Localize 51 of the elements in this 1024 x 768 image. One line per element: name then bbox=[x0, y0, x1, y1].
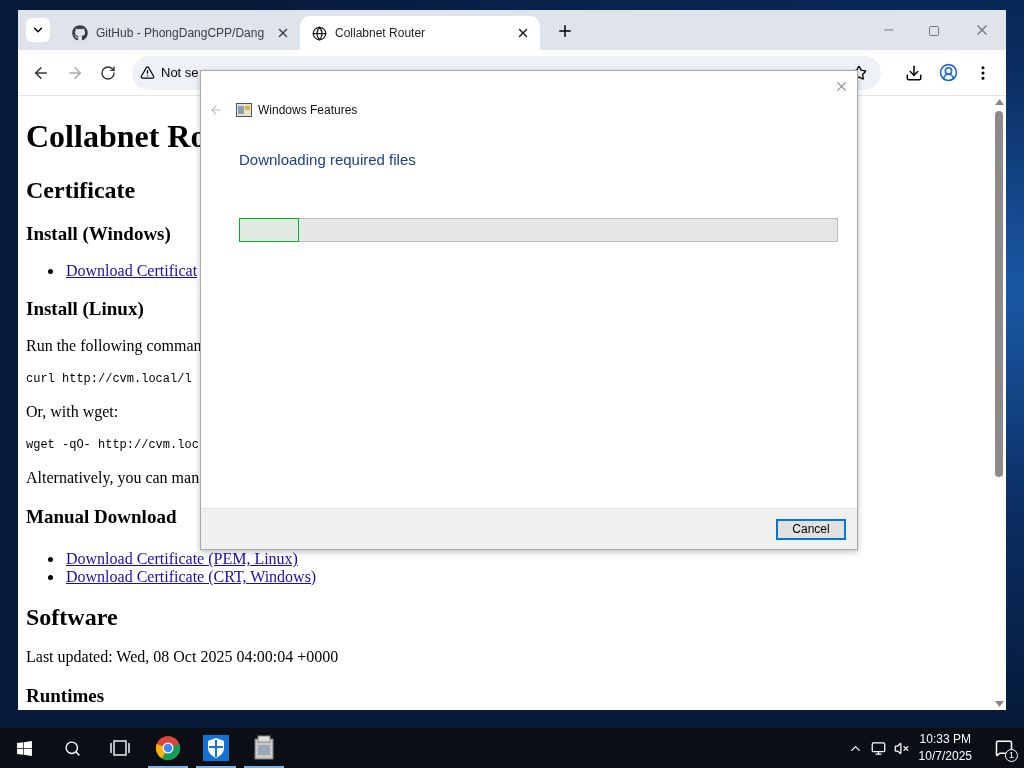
shield-app-icon bbox=[203, 735, 229, 761]
subsection-heading: Manual Download bbox=[26, 506, 177, 527]
bullet-icon bbox=[48, 268, 53, 274]
tab-search-button[interactable] bbox=[26, 18, 50, 42]
profile-icon[interactable] bbox=[939, 63, 958, 82]
bullet-icon bbox=[48, 574, 53, 580]
section-heading: Software bbox=[26, 604, 118, 630]
start-icon[interactable] bbox=[15, 739, 33, 757]
code-line: wget -qO- http://cvm.loc bbox=[26, 438, 199, 452]
clock-date[interactable]: 10/7/2025 bbox=[918, 748, 972, 765]
security-chip-text: Not se bbox=[161, 63, 199, 82]
section-heading: Certificate bbox=[26, 177, 136, 203]
subsection-heading: Install (Windows) bbox=[26, 223, 171, 244]
clock-time[interactable]: 10:33 PM bbox=[919, 731, 971, 748]
bullet-icon bbox=[48, 556, 53, 562]
browser-tab[interactable]: GitHub - PhongDangCPP/Dang bbox=[60, 16, 300, 50]
download-icon[interactable] bbox=[905, 63, 923, 82]
network-icon[interactable] bbox=[870, 740, 886, 756]
installer-app-icon bbox=[252, 735, 276, 761]
new-tab-icon[interactable] bbox=[556, 22, 574, 40]
scroll-down-icon[interactable] bbox=[994, 701, 1004, 707]
maximize-icon[interactable] bbox=[928, 25, 940, 37]
globe-icon bbox=[312, 25, 327, 41]
subsection-heading: Install (Linux) bbox=[26, 298, 144, 319]
download-link[interactable]: Download Certificate (CRT, Windows) bbox=[66, 568, 317, 586]
subsection-heading: Runtimes bbox=[26, 685, 105, 706]
cancel-button[interactable]: Cancel bbox=[776, 518, 846, 540]
search-icon[interactable] bbox=[63, 739, 81, 757]
browser-app-icon bbox=[155, 735, 181, 761]
github-logo-icon bbox=[72, 25, 88, 41]
code-line: curl http://cvm.local/l bbox=[26, 372, 192, 386]
paragraph: Run the following comman bbox=[26, 337, 202, 354]
dialog-heading: Downloading required files bbox=[239, 151, 416, 168]
paragraph: Or, with wget: bbox=[26, 403, 119, 420]
task-view-icon[interactable] bbox=[109, 740, 131, 756]
scrollbar-thumb[interactable] bbox=[995, 111, 1003, 477]
muted-speaker-icon[interactable] bbox=[893, 740, 909, 756]
notification-icon[interactable] bbox=[995, 739, 1013, 757]
warning-icon bbox=[140, 65, 155, 80]
reload-icon[interactable] bbox=[100, 64, 116, 81]
paragraph: Alternatively, you can man bbox=[26, 469, 200, 486]
notification-badge: 1 bbox=[1005, 749, 1018, 762]
download-link[interactable]: Download Certificat bbox=[66, 262, 198, 280]
close-icon[interactable] bbox=[516, 26, 530, 40]
scroll-up-icon[interactable] bbox=[994, 99, 1004, 105]
window-features-icon bbox=[236, 102, 252, 118]
paragraph: Last updated: Wed, 08 Oct 2025 04:00:04 +0000 bbox=[26, 648, 339, 665]
download-link[interactable]: Download Certificate (PEM, Linux) bbox=[66, 550, 298, 568]
browser-tab[interactable]: Collabnet Router bbox=[300, 16, 540, 50]
dialog-title: Windows Features bbox=[258, 102, 358, 119]
close-icon[interactable] bbox=[276, 26, 290, 40]
